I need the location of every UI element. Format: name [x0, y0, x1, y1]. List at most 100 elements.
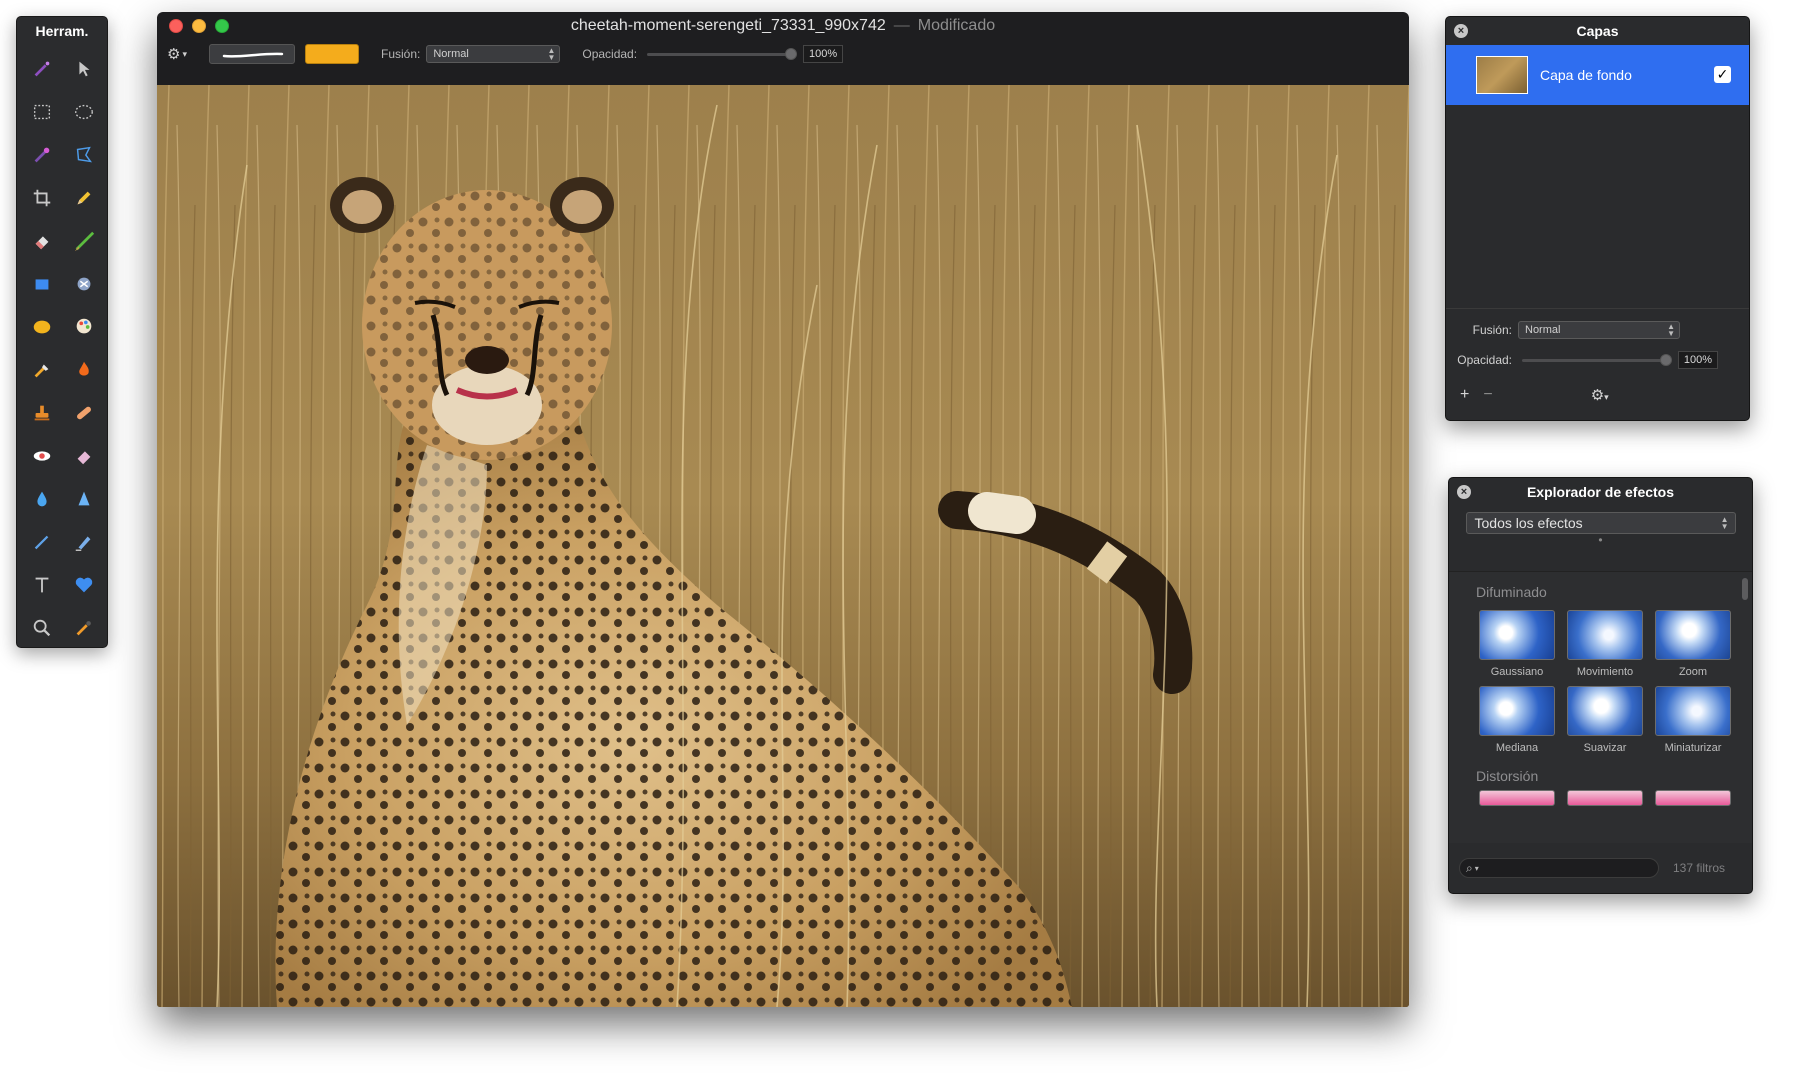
- bandage-tool[interactable]: [63, 391, 105, 434]
- color-picker-icon: [34, 147, 50, 162]
- effects-list: Difuminado Gaussiano Movimiento Zoom Med…: [1449, 571, 1752, 843]
- blend-mode-select[interactable]: Normal ▲ ▼: [426, 45, 561, 63]
- dropper-tool[interactable]: [63, 606, 105, 649]
- layer-row[interactable]: Capa de fondo ✓: [1446, 45, 1749, 105]
- cheetah-photo: [157, 85, 1409, 1007]
- select-arrows-icon: ▲ ▼: [1667, 322, 1675, 338]
- effect-item[interactable]: Gaussiano: [1473, 610, 1561, 678]
- effect-item[interactable]: [1649, 790, 1737, 806]
- effect-item[interactable]: Mediana: [1473, 686, 1561, 754]
- settings-menu-button[interactable]: ⚙ ▾: [167, 45, 197, 63]
- layer-opacity-value[interactable]: 100%: [1678, 351, 1718, 369]
- chevron-down-icon: ▾: [1604, 392, 1609, 402]
- layer-settings-button[interactable]: ⚙▾: [1591, 386, 1609, 404]
- window-zoom-button[interactable]: [215, 19, 229, 33]
- pencil-tool[interactable]: [63, 176, 105, 219]
- image-canvas[interactable]: [157, 85, 1409, 1007]
- palette-tool[interactable]: [63, 305, 105, 348]
- eraser-tool[interactable]: [21, 219, 63, 262]
- magic-wand-tool[interactable]: [21, 47, 63, 90]
- close-icon[interactable]: ×: [1457, 485, 1471, 499]
- brush-preview[interactable]: [209, 44, 295, 64]
- opacity-value[interactable]: 100%: [803, 45, 844, 63]
- color-swatch[interactable]: [305, 44, 359, 64]
- text-tool[interactable]: [21, 563, 63, 606]
- layer-opacity-knob[interactable]: [1660, 353, 1672, 366]
- rect-select-tool[interactable]: [21, 90, 63, 133]
- red-eye-tool[interactable]: [21, 434, 63, 477]
- flame-tool[interactable]: [63, 348, 105, 391]
- paint-bucket-tool[interactable]: [21, 348, 63, 391]
- effects-filter-select[interactable]: Todos los efectos ▲ ▼: [1465, 512, 1736, 534]
- ellipse-select-tool[interactable]: [63, 90, 105, 133]
- layer-opacity-slider[interactable]: [1522, 353, 1672, 366]
- ellipse-shape-tool[interactable]: [21, 305, 63, 348]
- document-toolbar: ⚙ ▾ Fusión: Normal ▲ ▼ Opacidad: 100%: [157, 40, 1409, 68]
- clone-tool[interactable]: [63, 262, 105, 305]
- rectangle-shape-icon: [35, 278, 49, 289]
- remove-layer-button[interactable]: −: [1483, 386, 1492, 404]
- ellipse-select-icon: [75, 104, 93, 119]
- layer-blend-select[interactable]: Normal ▲ ▼: [1518, 321, 1680, 339]
- color-picker-tool[interactable]: [21, 133, 63, 176]
- layer-visibility-checkbox[interactable]: ✓: [1714, 66, 1731, 83]
- smudge-eraser-tool[interactable]: [63, 434, 105, 477]
- effect-thumbnail: [1567, 610, 1643, 660]
- layer-options: Fusión: Normal ▲ ▼ Opacidad: 100%: [1446, 309, 1749, 375]
- crop-tool[interactable]: [21, 176, 63, 219]
- triangle-sharpen-tool[interactable]: [63, 477, 105, 520]
- window-minimize-button[interactable]: [192, 19, 206, 33]
- effects-scrollbar[interactable]: [1742, 578, 1748, 600]
- effects-panel-title: Explorador de efectos: [1526, 484, 1675, 500]
- gear-icon: ⚙: [1590, 387, 1605, 404]
- smudge-eraser-icon: [77, 450, 91, 464]
- layer-blend-value: Normal: [1525, 324, 1561, 336]
- close-icon[interactable]: ×: [1454, 24, 1468, 38]
- layer-name[interactable]: Capa de fondo: [1540, 67, 1632, 83]
- lasso-tool[interactable]: [63, 133, 105, 176]
- layers-panel-titlebar: × Capas: [1446, 17, 1749, 45]
- add-layer-button[interactable]: +: [1460, 386, 1469, 404]
- effect-thumbnail: [1479, 610, 1555, 660]
- dropper-icon: [76, 620, 91, 635]
- blend-label: Fusión:: [381, 47, 421, 61]
- water-drop-tool[interactable]: [21, 477, 63, 520]
- opacity-slider[interactable]: [647, 47, 798, 60]
- effect-item[interactable]: [1473, 790, 1561, 806]
- effect-thumbnail: [1479, 790, 1555, 806]
- opacity-slider-knob[interactable]: [785, 47, 798, 60]
- effects-count: 137 filtros: [1673, 861, 1726, 875]
- pen-tool[interactable]: [21, 520, 63, 563]
- window-close-button[interactable]: [169, 19, 183, 33]
- vector-pen-tool[interactable]: [63, 520, 105, 563]
- effects-search-field[interactable]: ⌕ ▾: [1459, 858, 1659, 878]
- text-tool-icon: [35, 577, 49, 592]
- effect-thumbnail: [1567, 686, 1643, 736]
- effects-grid-blur: Gaussiano Movimiento Zoom Mediana Suaviz…: [1449, 610, 1752, 754]
- arrow-select-tool[interactable]: [63, 47, 105, 90]
- triangle-sharpen-icon: [78, 491, 90, 505]
- document-titlebar: cheetah-moment-serengeti_73331_990x742 —…: [157, 12, 1409, 40]
- effects-section-title: Distorsión: [1476, 768, 1539, 784]
- effect-item[interactable]: Zoom: [1649, 610, 1737, 678]
- effect-item[interactable]: Movimiento: [1561, 610, 1649, 678]
- paintbrush-tool[interactable]: [63, 219, 105, 262]
- zoom-tool[interactable]: [21, 606, 63, 649]
- effects-section-title: Difuminado: [1476, 584, 1547, 600]
- lasso-icon: [76, 146, 93, 162]
- flame-icon: [79, 361, 89, 375]
- effect-item[interactable]: [1561, 790, 1649, 806]
- vector-pen-icon: [75, 536, 91, 551]
- rectangle-shape-tool[interactable]: [21, 262, 63, 305]
- effect-thumbnail: [1655, 686, 1731, 736]
- split-handle[interactable]: •: [1449, 534, 1752, 548]
- heart-shape-icon: [75, 577, 93, 592]
- effect-item[interactable]: Suavizar: [1561, 686, 1649, 754]
- effect-item[interactable]: Miniaturizar: [1649, 686, 1737, 754]
- heart-shape-tool[interactable]: [63, 563, 105, 606]
- effect-name: Miniaturizar: [1664, 742, 1722, 754]
- layer-blend-label: Fusión:: [1472, 323, 1512, 337]
- ellipse-shape-icon: [33, 320, 51, 333]
- water-drop-icon: [37, 491, 47, 506]
- stamp-tool[interactable]: [21, 391, 63, 434]
